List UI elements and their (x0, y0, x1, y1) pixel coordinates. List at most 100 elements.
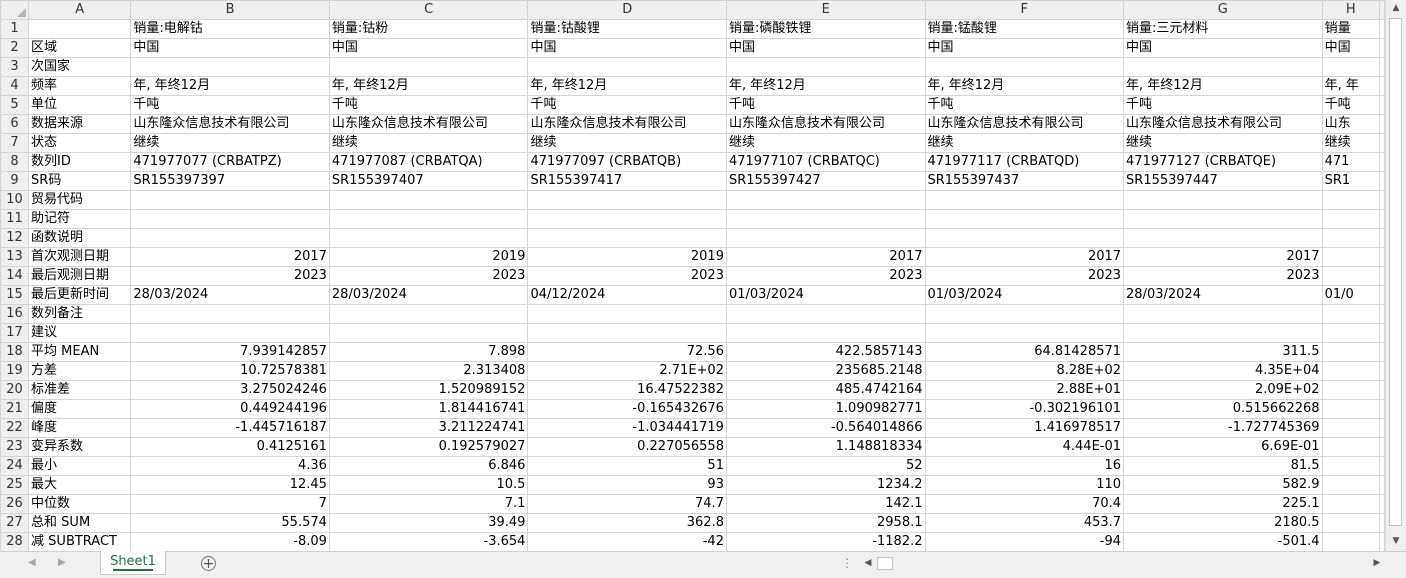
row-header[interactable]: 5 (0, 95, 30, 115)
vertical-scrollbar[interactable]: ▲ ▼ (1385, 0, 1406, 551)
row-header[interactable]: 10 (0, 190, 30, 210)
cell-value[interactable]: 81.5 (1123, 456, 1323, 476)
scroll-up-icon[interactable]: ▲ (1386, 0, 1406, 17)
cell-value[interactable]: 继续 (1321, 133, 1381, 153)
cell-value[interactable]: 年, 年终12月 (725, 76, 926, 96)
row-header[interactable]: 6 (0, 114, 30, 134)
cell-value[interactable]: 1.090982771 (725, 399, 926, 419)
row-header[interactable]: 17 (0, 323, 30, 343)
cell-value[interactable]: 年, 年终12月 (130, 76, 330, 96)
cell-value[interactable]: SR155397397 (130, 171, 330, 191)
row-header[interactable]: 16 (0, 304, 30, 324)
cell-value[interactable] (1321, 494, 1381, 514)
cell-empty[interactable] (1379, 114, 1385, 134)
spreadsheet-grid[interactable]: ABCDEFGH 1 销量:电解钴 销量:钴粉 销量:钴酸锂 销量:磷酸铁锂 销量:锰酸锂… (0, 0, 1385, 551)
row-header[interactable]: 26 (0, 494, 30, 514)
cell-value[interactable]: SR1 (1321, 171, 1381, 191)
cell-value[interactable]: 中国 (130, 38, 330, 58)
cell-value[interactable]: 2.313408 (328, 361, 529, 381)
cell-value[interactable]: 471977117 (CRBATQD) (924, 152, 1125, 172)
cell-value[interactable]: 12.45 (130, 475, 330, 495)
cell-label[interactable]: 频率 (28, 76, 132, 96)
cell-value[interactable] (1321, 513, 1381, 533)
row-header[interactable]: 4 (0, 76, 30, 96)
cell-value[interactable] (924, 209, 1125, 229)
cell-label[interactable]: 状态 (28, 133, 132, 153)
row-header[interactable]: 14 (0, 266, 30, 286)
cell-label[interactable]: 最小 (28, 456, 132, 476)
cell-empty[interactable] (1379, 38, 1385, 58)
cell-value[interactable] (725, 323, 926, 343)
cell-value[interactable]: 93 (527, 475, 727, 495)
cell-value[interactable]: 2023 (527, 266, 727, 286)
cell-empty[interactable] (1379, 285, 1385, 305)
cell-value[interactable] (130, 209, 330, 229)
cell-value[interactable] (1321, 209, 1381, 229)
cell-value[interactable] (328, 57, 529, 77)
cell-value[interactable]: 千吨 (1123, 95, 1323, 115)
cell-value[interactable]: SR155397407 (328, 171, 529, 191)
cell-value[interactable]: 0.227056558 (527, 437, 727, 457)
cell-value[interactable]: 山东隆众信息技术有限公司 (328, 114, 529, 134)
cell-label[interactable]: 总和 SUM (28, 513, 132, 533)
cell-value[interactable] (725, 228, 926, 248)
cell-value[interactable]: 16 (924, 456, 1125, 476)
cell-value[interactable]: 1234.2 (725, 475, 926, 495)
cell-value[interactable]: -3.654 (328, 532, 529, 551)
cell-value[interactable] (1321, 57, 1381, 77)
cell-value[interactable]: 453.7 (924, 513, 1125, 533)
cell-value[interactable]: 千吨 (725, 95, 926, 115)
cell-value[interactable]: 4.36 (130, 456, 330, 476)
cell-value[interactable] (527, 190, 727, 210)
cell-value[interactable]: 2023 (725, 266, 926, 286)
cell-label[interactable]: 贸易代码 (28, 190, 132, 210)
cell-value[interactable] (1123, 209, 1323, 229)
cell-value[interactable]: 16.47522382 (527, 380, 727, 400)
cell-value[interactable]: 1.520989152 (328, 380, 529, 400)
cell-label[interactable]: 区域 (28, 38, 132, 58)
row-header[interactable]: 28 (0, 532, 30, 551)
cell-empty[interactable] (1379, 95, 1385, 115)
cell-empty[interactable] (1379, 228, 1385, 248)
cell-value[interactable]: 471977127 (CRBATQE) (1123, 152, 1323, 172)
select-all-corner[interactable] (0, 0, 30, 20)
cell-value[interactable] (1123, 228, 1323, 248)
cell-value[interactable] (1123, 190, 1323, 210)
cell-label[interactable]: 最后更新时间 (28, 285, 132, 305)
cell-value[interactable]: 1.148818334 (725, 437, 926, 457)
cell-empty[interactable] (1379, 304, 1385, 324)
cell-value[interactable]: -1182.2 (725, 532, 926, 551)
row-header[interactable]: 19 (0, 361, 30, 381)
cell-value[interactable]: 继续 (924, 133, 1125, 153)
cell-value[interactable] (1321, 190, 1381, 210)
cell-value[interactable]: 04/12/2024 (527, 285, 727, 305)
cell-value[interactable]: 0.515662268 (1123, 399, 1323, 419)
cell-empty[interactable] (1379, 437, 1385, 457)
cell-value[interactable]: 28/03/2024 (328, 285, 529, 305)
horizontal-scrollbar[interactable]: ◀ ▶ (860, 555, 1385, 574)
cell-value[interactable]: 01/03/2024 (924, 285, 1125, 305)
cell-value[interactable]: 225.1 (1123, 494, 1323, 514)
cell-value[interactable]: 2023 (1123, 266, 1323, 286)
cell-value[interactable]: 471977087 (CRBATQA) (328, 152, 529, 172)
cell-label[interactable]: 标准差 (28, 380, 132, 400)
row-header[interactable]: 2 (0, 38, 30, 58)
cell-label[interactable]: 变异系数 (28, 437, 132, 457)
row-header[interactable]: 25 (0, 475, 30, 495)
cell-value[interactable] (1321, 228, 1381, 248)
cell-value[interactable]: 年, 年终12月 (527, 76, 727, 96)
cell-value[interactable] (130, 228, 330, 248)
cell-empty[interactable] (1379, 190, 1385, 210)
cell-value[interactable]: 72.56 (527, 342, 727, 362)
cell-value[interactable]: 4.35E+04 (1123, 361, 1323, 381)
cell-value[interactable]: 千吨 (1321, 95, 1381, 115)
cell-value[interactable]: 销量:三元材料 (1123, 19, 1323, 39)
cell-empty[interactable] (1379, 171, 1385, 191)
cell-value[interactable]: 7.898 (328, 342, 529, 362)
cell-value[interactable]: 0.449244196 (130, 399, 330, 419)
cell-value[interactable]: 485.4742164 (725, 380, 926, 400)
cell-value[interactable]: 销量 (1321, 19, 1381, 39)
row-header[interactable]: 15 (0, 285, 30, 305)
cell-value[interactable]: 2017 (725, 247, 926, 267)
cell-value[interactable] (1321, 532, 1381, 551)
